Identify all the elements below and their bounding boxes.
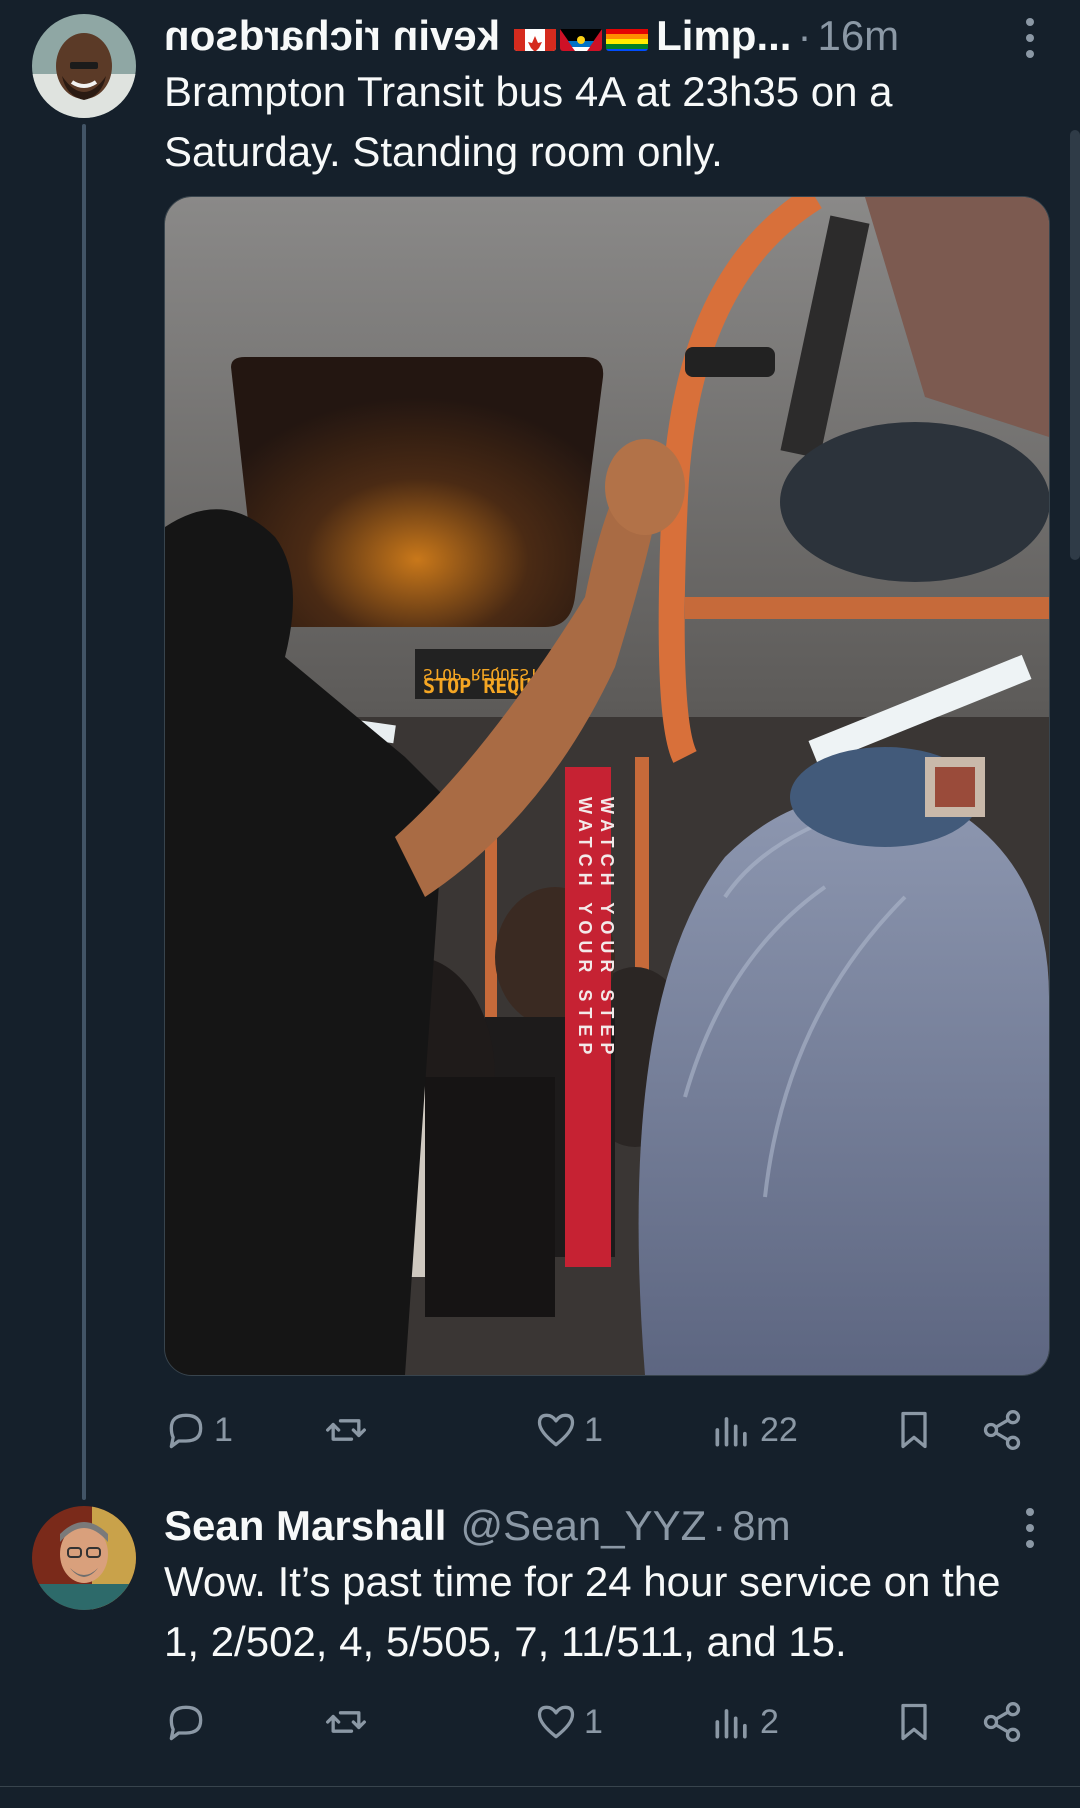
tweet-header: kevin richardson Limp... · 16m	[164, 10, 899, 62]
reply-icon	[169, 1413, 203, 1449]
share-icon	[983, 1702, 1021, 1742]
author-name[interactable]: Sean Marshall	[164, 1502, 446, 1550]
pole-text-2: WATCH YOUR STEP	[597, 797, 617, 1060]
like-count: 1	[584, 1702, 603, 1741]
tweet-time[interactable]: 16m	[817, 12, 899, 60]
reply-button[interactable]: 1	[164, 1408, 233, 1452]
display-name-suffix[interactable]: Limp...	[656, 12, 791, 60]
views-button[interactable]: 22	[710, 1408, 798, 1452]
antigua-flag-icon	[560, 21, 603, 51]
tweet-header: Sean Marshall @Sean_YYZ · 8m	[164, 1500, 791, 1552]
view-count: 2	[760, 1702, 779, 1741]
bookmark-icon	[901, 1703, 927, 1741]
canada-flag-icon	[514, 21, 557, 51]
scrollbar[interactable]	[1070, 130, 1080, 560]
timeline: kevin richardson Limp... · 16m Brampton …	[0, 0, 1080, 1808]
thread-connector-line	[82, 124, 86, 1500]
pole-text-1: WATCH YOUR STEP	[575, 797, 595, 1060]
reply-count: 1	[214, 1410, 233, 1449]
tweet-time[interactable]: 8m	[732, 1502, 790, 1550]
retweet-button[interactable]	[324, 1408, 374, 1452]
tweet-photo[interactable]: STOP REQUEST STOP REQU WATCH YOUR STEP W…	[164, 196, 1050, 1376]
tweet-actions: 1 1 22	[164, 1402, 1030, 1458]
tweet-actions: 1 2	[164, 1694, 1030, 1750]
like-button[interactable]: 1	[534, 1408, 603, 1452]
heart-icon	[537, 1413, 575, 1447]
retweet-button[interactable]	[324, 1700, 374, 1744]
rainbow-flag-icon	[606, 21, 649, 51]
analytics-icon	[715, 1709, 747, 1739]
separator-dot: ·	[797, 12, 812, 59]
tweet-text: Brampton Transit bus 4A at 23h35 on a Sa…	[164, 68, 893, 175]
flag-emojis	[514, 21, 649, 51]
separator-dot: ·	[712, 1502, 727, 1549]
share-button[interactable]	[980, 1408, 1024, 1452]
more-options-icon[interactable]	[1024, 18, 1036, 58]
share-button[interactable]	[980, 1700, 1024, 1744]
bookmark-button[interactable]	[892, 1700, 936, 1744]
author-name[interactable]: kevin richardson	[164, 12, 500, 60]
like-count: 1	[584, 1410, 603, 1449]
retweet-icon	[326, 1419, 366, 1441]
view-count: 22	[760, 1410, 798, 1449]
views-button[interactable]: 2	[710, 1700, 779, 1744]
analytics-icon	[715, 1417, 747, 1447]
like-button[interactable]: 1	[534, 1700, 603, 1744]
heart-icon	[537, 1705, 575, 1739]
share-icon	[983, 1410, 1021, 1450]
bookmark-button[interactable]	[892, 1408, 936, 1452]
author-handle[interactable]: @Sean_YYZ	[460, 1502, 706, 1550]
more-options-icon[interactable]	[1024, 1508, 1036, 1548]
sign-text: STOP REQU	[423, 674, 531, 698]
divider	[0, 1786, 1080, 1787]
reply-icon	[169, 1705, 203, 1741]
retweet-icon	[326, 1711, 366, 1733]
avatar-sean[interactable]	[32, 1506, 136, 1610]
avatar-kevin[interactable]	[32, 14, 136, 118]
reply-button[interactable]	[164, 1700, 214, 1744]
tweet-text: Wow. It’s past time for 24 hour service …	[164, 1558, 1001, 1665]
bookmark-icon	[901, 1411, 927, 1449]
